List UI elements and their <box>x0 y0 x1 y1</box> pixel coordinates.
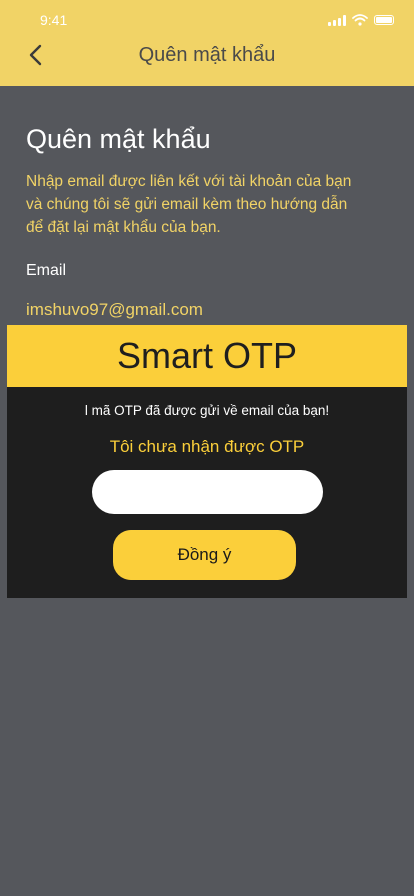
otp-input[interactable] <box>92 470 323 514</box>
resend-otp-link[interactable]: Tôi chưa nhận được OTP <box>7 437 407 457</box>
email-value[interactable]: imshuvo97@gmail.com <box>26 300 203 320</box>
status-time: 9:41 <box>40 12 68 28</box>
app-header: 9:41 Quên mật khẩu <box>0 0 414 86</box>
battery-icon <box>374 15 394 25</box>
wifi-icon <box>352 14 368 26</box>
page-title: Quên mật khẩu <box>26 124 211 154</box>
email-label: Email <box>26 262 67 279</box>
modal-title: Smart OTP <box>116 335 298 376</box>
status-icons <box>328 14 394 26</box>
modal-message: l mã OTP đã được gửi về email của bạn! <box>84 403 330 418</box>
instructions-text: Nhập email được liên kết với tài khoản c… <box>26 173 352 236</box>
signal-icon <box>328 14 346 26</box>
confirm-button[interactable]: Đồng ý <box>113 530 296 580</box>
otp-modal: Smart OTP l mã OTP đã được gửi về email … <box>7 325 407 598</box>
modal-header: Smart OTP <box>7 325 407 387</box>
header-title: Quên mật khẩu <box>138 44 276 66</box>
